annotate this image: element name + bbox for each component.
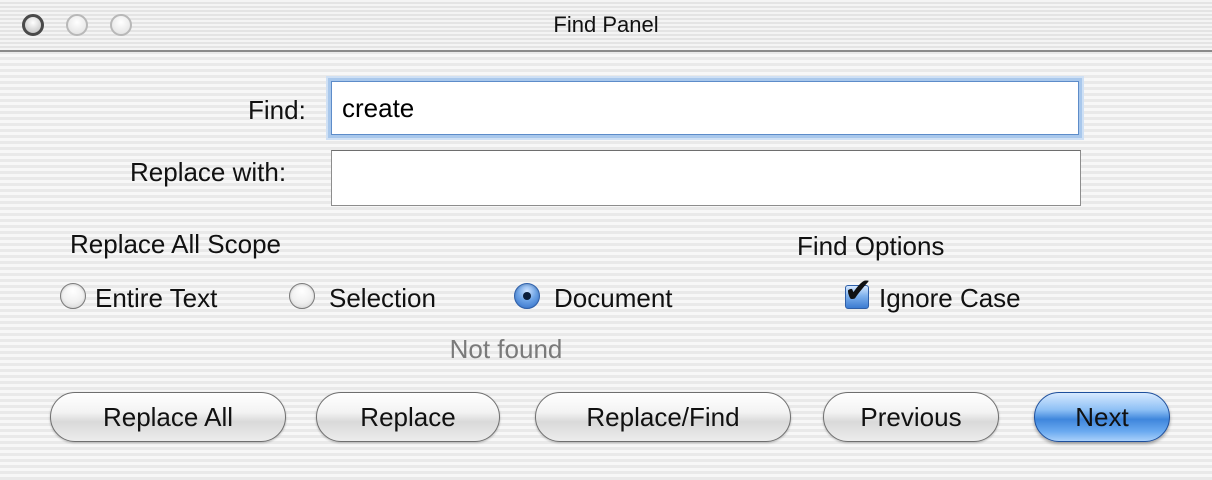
search-status: Not found bbox=[449, 334, 563, 364]
selection-label[interactable]: Selection bbox=[329, 283, 436, 314]
ignore-case-checkbox[interactable]: ✔ bbox=[844, 274, 873, 309]
previous-button[interactable]: Previous bbox=[823, 392, 999, 442]
find-options-heading: Find Options bbox=[797, 231, 945, 261]
ignore-case-label[interactable]: Ignore Case bbox=[879, 283, 1021, 314]
next-button[interactable]: Next bbox=[1034, 392, 1170, 442]
window-title: Find Panel bbox=[553, 12, 659, 37]
selection-radio[interactable] bbox=[289, 283, 315, 309]
title-bar[interactable]: Find Panel bbox=[0, 0, 1212, 52]
find-input[interactable] bbox=[331, 81, 1079, 135]
checkmark-icon: ✔ bbox=[844, 271, 873, 311]
document-radio-selected[interactable] bbox=[514, 283, 540, 309]
document-label[interactable]: Document bbox=[554, 283, 673, 314]
replace-all-button[interactable]: Replace All bbox=[50, 392, 286, 442]
replace-label: Replace with: bbox=[130, 157, 287, 187]
entire-text-label[interactable]: Entire Text bbox=[95, 283, 217, 314]
find-label: Find: bbox=[248, 95, 306, 125]
replace-find-button[interactable]: Replace/Find bbox=[535, 392, 791, 442]
entire-text-radio[interactable] bbox=[60, 283, 86, 309]
replace-all-scope-heading: Replace All Scope bbox=[70, 229, 282, 259]
replace-input[interactable] bbox=[331, 150, 1081, 206]
replace-button[interactable]: Replace bbox=[316, 392, 500, 442]
find-panel-window: Find Panel Find: Replace with: Replace A… bbox=[0, 0, 1212, 480]
